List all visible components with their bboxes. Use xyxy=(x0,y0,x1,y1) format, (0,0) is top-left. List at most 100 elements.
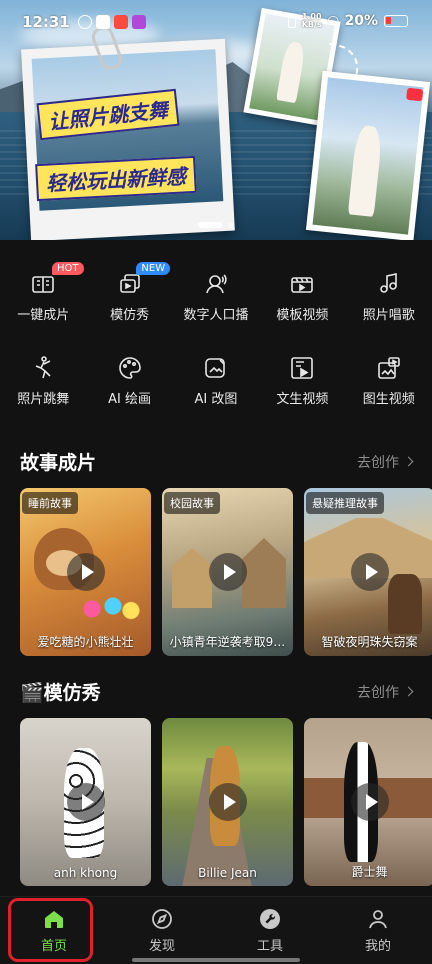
story-card[interactable]: 悬疑推理故事 智破夜明珠失窃案 xyxy=(304,488,432,656)
imitate-card-list: anh khong Billie Jean 爵士舞 xyxy=(20,718,432,886)
feature-image-to-video[interactable]: 图生视频 xyxy=(346,346,432,430)
phone-icon xyxy=(287,14,296,28)
banner-pagination xyxy=(0,222,432,228)
imitate-create-link[interactable]: 去创作 xyxy=(357,682,414,702)
section-title: 故事成片 xyxy=(20,452,97,474)
play-icon xyxy=(350,553,389,591)
house-illustration xyxy=(172,548,212,608)
battery-icon xyxy=(384,15,408,27)
status-right: 1.00 KB/s ◠ 20% xyxy=(287,13,408,29)
feature-row: HOT 一键成片 NEW 模仿秀 数字人口播 模板视频 照片唱歌 xyxy=(0,262,432,346)
feature-photo-dance[interactable]: 照片跳舞 xyxy=(0,346,86,430)
feature-label: 模仿秀 xyxy=(110,308,150,323)
story-section-header: 故事成片 去创作 xyxy=(20,448,414,475)
more-label: 去创作 xyxy=(357,684,399,701)
imitate-section-header: 🎬模仿秀 去创作 xyxy=(20,678,414,705)
user-icon xyxy=(369,910,387,929)
story-tag: 睡前故事 xyxy=(22,492,78,514)
wifi-icon: ◠ xyxy=(327,13,339,29)
story-tag: 悬疑推理故事 xyxy=(306,492,384,514)
pagination-dot xyxy=(228,222,234,228)
tab-tools[interactable]: 工具 xyxy=(216,897,324,964)
video-play-icon xyxy=(406,87,424,102)
play-icon xyxy=(66,783,105,821)
tab-discover[interactable]: 发现 xyxy=(108,897,216,964)
story-create-link[interactable]: 去创作 xyxy=(357,452,414,472)
candy-illustration xyxy=(80,594,140,624)
imitate-card[interactable]: anh khong xyxy=(20,718,151,886)
imitate-title: 爵士舞 xyxy=(351,865,388,879)
play-icon xyxy=(66,553,105,591)
notification-app-icon xyxy=(95,15,110,29)
imitate-card[interactable]: 爵士舞 xyxy=(304,718,432,886)
feature-label: 一键成片 xyxy=(17,308,70,323)
feature-label: AI 绘画 xyxy=(108,392,152,407)
network-speed-unit: KB/s xyxy=(301,20,322,29)
hot-badge: HOT xyxy=(52,262,84,275)
gesture-bar[interactable] xyxy=(132,958,300,962)
feature-text-to-video[interactable]: 文生视频 xyxy=(259,346,345,430)
feature-photo-sing[interactable]: 照片唱歌 xyxy=(346,262,432,346)
wrench-icon xyxy=(260,909,280,929)
feature-label: AI 改图 xyxy=(194,392,238,407)
chevron-right-icon xyxy=(403,456,414,467)
feature-digital-human[interactable]: 数字人口播 xyxy=(173,262,259,346)
story-card[interactable]: 校园故事 小镇青年逆袭考取9… xyxy=(162,488,293,656)
tab-label: 我的 xyxy=(364,939,391,954)
story-card-list: 睡前故事 爱吃糖的小熊壮壮 校园故事 小镇青年逆袭考取9… 悬疑推理故事 智破夜… xyxy=(20,488,432,656)
image-video-icon xyxy=(375,354,403,382)
feature-label: 照片跳舞 xyxy=(17,392,70,407)
feature-ai-image-edit[interactable]: AI 改图 xyxy=(173,346,259,430)
feature-label: 模板视频 xyxy=(276,308,329,323)
imitate-title: Billie Jean xyxy=(198,866,257,880)
imitate-card[interactable]: Billie Jean xyxy=(162,718,293,886)
status-bar: 12:31 1.00 KB/s ◠ 20% xyxy=(0,0,432,44)
highlight-box xyxy=(8,898,93,962)
chevron-right-icon xyxy=(403,686,414,697)
feature-label: 文生视频 xyxy=(276,392,329,407)
tab-label: 发现 xyxy=(148,939,175,954)
notification-app-icon xyxy=(131,15,146,29)
feature-ai-painting[interactable]: AI 绘画 xyxy=(86,346,172,430)
feature-label: 照片唱歌 xyxy=(362,308,415,323)
template-video-icon xyxy=(288,270,316,298)
story-title: 小镇青年逆袭考取9… xyxy=(169,635,286,649)
compass-icon xyxy=(152,909,172,929)
pagination-dot-active xyxy=(198,222,222,228)
palette-icon xyxy=(116,354,144,382)
tab-profile[interactable]: 我的 xyxy=(324,897,432,964)
banner-photo-card-after xyxy=(305,70,431,240)
tab-label: 工具 xyxy=(256,939,283,954)
story-card[interactable]: 睡前故事 爱吃糖的小熊壮壮 xyxy=(20,488,151,656)
notification-app-icon xyxy=(113,15,128,29)
network-speed: 1.00 KB/s xyxy=(302,13,322,29)
avatar-speak-icon xyxy=(202,270,230,298)
story-title: 爱吃糖的小熊壮壮 xyxy=(37,635,134,649)
feature-grid: HOT 一键成片 NEW 模仿秀 数字人口播 模板视频 照片唱歌 照片跳舞 AI… xyxy=(0,262,432,430)
feature-label: 数字人口播 xyxy=(183,308,249,323)
feature-row: 照片跳舞 AI 绘画 AI 改图 文生视频 图生视频 xyxy=(0,346,432,430)
music-note-icon xyxy=(375,270,403,298)
feature-label: 图生视频 xyxy=(362,392,415,407)
horse-illustration xyxy=(388,574,422,634)
notification-app-icon xyxy=(77,15,92,29)
imitate-title: anh khong xyxy=(53,866,118,880)
feature-one-click-film[interactable]: HOT 一键成片 xyxy=(0,262,86,346)
feature-template-video[interactable]: 模板视频 xyxy=(259,262,345,346)
story-title: 智破夜明珠失窃案 xyxy=(321,635,418,649)
feature-imitate-show[interactable]: NEW 模仿秀 xyxy=(86,262,172,346)
image-edit-icon xyxy=(202,354,230,382)
banner-polaroid xyxy=(21,38,235,240)
play-icon xyxy=(208,553,247,591)
more-label: 去创作 xyxy=(357,454,399,471)
play-icon xyxy=(350,783,389,821)
house-illustration xyxy=(242,538,286,608)
battery-percent: 20% xyxy=(344,13,378,29)
play-icon xyxy=(208,783,247,821)
story-tag: 校园故事 xyxy=(164,492,220,514)
new-badge: NEW xyxy=(136,262,171,275)
dance-icon xyxy=(29,354,57,382)
section-title: 🎬模仿秀 xyxy=(20,682,101,704)
status-time: 12:31 xyxy=(22,13,70,31)
text-video-icon xyxy=(288,354,316,382)
